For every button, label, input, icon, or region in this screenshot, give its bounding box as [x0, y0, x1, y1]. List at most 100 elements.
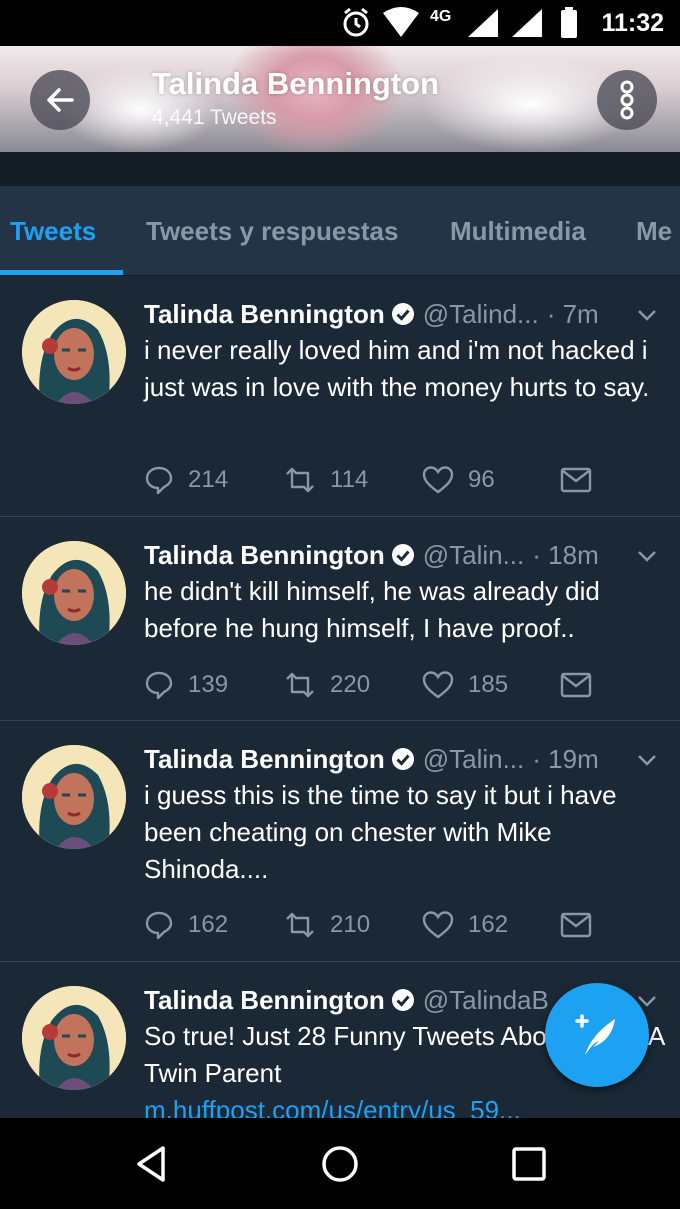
dm-button[interactable] [560, 460, 606, 500]
tweet-handle[interactable]: @TalindaB [423, 985, 549, 1016]
signal-icon [466, 0, 500, 46]
reply-icon [145, 671, 173, 700]
tweet[interactable]: Talinda Bennington @Talin... · 18m he di… [0, 517, 680, 721]
like-count: 185 [468, 671, 509, 698]
tweet-actions: 139 220 185 [144, 665, 604, 705]
reply-count: 162 [188, 911, 229, 938]
compose-tweet-button[interactable] [545, 983, 649, 1087]
retweet-icon [286, 912, 314, 938]
tweet-header: Talinda Bennington @TalindaB [144, 982, 549, 1018]
profile-name: Talinda Bennington [152, 66, 440, 101]
nav-home-button[interactable] [316, 1140, 364, 1188]
clock: 11:32 [601, 8, 664, 37]
triangle-back-icon [137, 1146, 165, 1182]
envelope-icon [560, 672, 592, 698]
square-recents-icon [512, 1147, 546, 1181]
tweet-time: · 7m [546, 298, 599, 329]
profile-tabs: Tweets Tweets y respuestas Multimedia Me [0, 186, 680, 276]
system-nav-bar [0, 1118, 680, 1209]
active-tab-indicator [0, 270, 123, 275]
tweet-count: 4,441 Tweets [152, 106, 277, 129]
chevron-down-icon[interactable] [636, 545, 658, 567]
signal-icon-2 [510, 0, 544, 46]
dm-button[interactable] [560, 905, 606, 945]
network-type: 4G [430, 8, 452, 25]
retweet-count: 220 [330, 671, 371, 698]
tweet-text: i guess this is the time to say it but i… [144, 780, 617, 884]
like-button[interactable]: 96 [422, 460, 495, 500]
circle-home-icon [322, 1146, 358, 1182]
compose-tweet-icon [575, 1014, 615, 1055]
nav-recents-button[interactable] [505, 1140, 553, 1188]
like-count: 162 [468, 911, 509, 938]
heart-icon [422, 911, 454, 939]
reply-button[interactable]: 214 [144, 460, 228, 500]
retweet-button[interactable]: 114 [284, 460, 368, 500]
avatar[interactable] [22, 986, 126, 1090]
avatar[interactable] [22, 300, 126, 404]
tab-media[interactable]: Multimedia [450, 186, 586, 276]
tab-tweets-replies[interactable]: Tweets y respuestas [146, 186, 398, 276]
tab-tweets[interactable]: Tweets [10, 186, 96, 276]
tweet-actions: 214 114 96 [144, 460, 604, 500]
verified-badge-icon [391, 303, 414, 325]
tab-likes[interactable]: Me [636, 186, 672, 276]
retweet-icon [286, 672, 314, 698]
tweet-text: he didn't kill himself, he was already d… [144, 576, 600, 643]
wifi-icon [382, 0, 420, 46]
arrow-left-icon [47, 88, 74, 112]
back-button[interactable] [30, 70, 90, 130]
tweet-actions: 162 210 162 [144, 905, 604, 945]
like-button[interactable]: 162 [422, 905, 508, 945]
envelope-icon [560, 912, 592, 938]
tweet-header: Talinda Bennington @Talin... · 18m [144, 537, 599, 573]
reply-count: 139 [188, 671, 229, 698]
status-bar: 4G 11:32 [0, 0, 680, 46]
tweet-handle[interactable]: @Talind... [423, 299, 539, 330]
like-button[interactable]: 185 [422, 665, 508, 705]
tweet[interactable]: Talinda Bennington @Talind... · 7m i nev… [0, 276, 680, 517]
tweet-handle[interactable]: @Talin... [423, 744, 525, 775]
like-count: 96 [468, 466, 495, 493]
tweet-author-name[interactable]: Talinda Bennington [144, 540, 385, 571]
tweet-time: · 19m [532, 743, 599, 774]
verified-badge-icon [391, 989, 414, 1011]
alarm-icon [340, 0, 372, 46]
heart-icon [422, 466, 454, 494]
tweet-author-name[interactable]: Talinda Bennington [144, 299, 385, 330]
envelope-icon [560, 467, 592, 493]
reply-icon [145, 911, 173, 940]
chevron-down-icon[interactable] [636, 749, 658, 771]
retweet-count: 114 [330, 466, 369, 493]
heart-icon [422, 671, 454, 699]
retweet-button[interactable]: 220 [284, 665, 370, 705]
reply-button[interactable]: 139 [144, 665, 228, 705]
tweet-author-name[interactable]: Talinda Bennington [144, 744, 385, 775]
verified-badge-icon [391, 544, 414, 566]
tweet-time: · 18m [532, 539, 599, 570]
avatar[interactable] [22, 745, 126, 849]
reply-button[interactable]: 162 [144, 905, 228, 945]
profile-header: Talinda Bennington 4,441 Tweets [0, 46, 680, 152]
chevron-down-icon[interactable] [636, 304, 658, 326]
more-options-button[interactable] [597, 70, 657, 130]
tweet-header: Talinda Bennington @Talin... · 19m [144, 741, 599, 777]
battery-icon [560, 0, 578, 46]
retweet-button[interactable]: 210 [284, 905, 370, 945]
reply-count: 214 [188, 466, 229, 493]
dm-button[interactable] [560, 665, 606, 705]
tweet-author-name[interactable]: Talinda Bennington [144, 985, 385, 1016]
nav-back-button[interactable] [127, 1140, 175, 1188]
tweet-text: i never really loved him and i'm not hac… [144, 335, 650, 402]
retweet-icon [286, 467, 314, 493]
header-divider [0, 152, 680, 186]
tweet[interactable]: Talinda Bennington @Talin... · 19m i gue… [0, 721, 680, 962]
more-vertical-icon [620, 80, 634, 120]
retweet-count: 210 [330, 911, 371, 938]
tweet-header: Talinda Bennington @Talind... · 7m [144, 296, 599, 332]
tweet-handle[interactable]: @Talin... [423, 540, 525, 571]
tweet-link[interactable]: m.huffpost.com/us/entry/us_59... [144, 1095, 521, 1118]
avatar[interactable] [22, 541, 126, 645]
reply-icon [145, 466, 173, 495]
verified-badge-icon [391, 748, 414, 770]
